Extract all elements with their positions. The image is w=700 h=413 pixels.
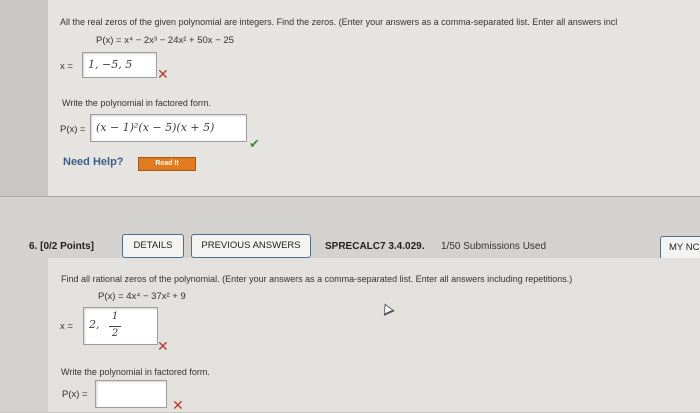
q6-zeros-answer-int: 2, <box>89 318 100 331</box>
q5-factored-prefix: P(x) = <box>60 124 86 135</box>
q5-zeros-answer: 1, −5, 5 <box>88 58 133 71</box>
x-mark-icon: ✕ <box>157 338 169 354</box>
q5-zeros-answer-box[interactable]: 1, −5, 5 <box>82 52 157 78</box>
check-mark-icon: ✔ <box>249 136 260 151</box>
details-button[interactable]: DETAILS <box>122 234 184 258</box>
q6-zeros-answer-box[interactable]: 2, 1 2 <box>83 307 158 345</box>
q5-zeros-prefix: x = <box>60 61 73 72</box>
fraction-bar <box>109 326 121 327</box>
q5-factored-prompt: Write the polynomial in factored form. <box>62 98 211 108</box>
q6-factored-prompt: Write the polynomial in factored form. <box>61 367 210 377</box>
q6-zeros-fraction-numerator: 1 <box>111 311 119 322</box>
previous-answers-button[interactable]: PREVIOUS ANSWERS <box>191 234 311 258</box>
submissions-used-label: 1/50 Submissions Used <box>441 241 547 252</box>
q6-factored-prefix: P(x) = <box>62 389 88 400</box>
q5-factored-answer-box[interactable]: (x − 1)²(x − 5)(x + 5) <box>90 114 247 142</box>
q6-factored-answer-box[interactable] <box>95 380 167 408</box>
q6-zeros-prefix: x = <box>60 321 73 332</box>
q6-instruction: Find all rational zeros of the polynomia… <box>61 274 573 284</box>
my-notes-button[interactable]: MY NC <box>660 236 700 260</box>
x-mark-icon: ✕ <box>172 397 184 413</box>
q5-polynomial: P(x) = x⁴ − 2x³ − 24x² + 50x − 25 <box>96 35 234 46</box>
course-code-label: SPRECALC7 3.4.029. <box>325 241 425 252</box>
q6-number-label: 6. [0/2 Points] <box>29 241 95 252</box>
q6-polynomial: P(x) = 4x⁴ − 37x² + 9 <box>98 291 186 302</box>
need-help-label: Need Help? <box>63 156 124 168</box>
q6-zeros-fraction-denominator: 2 <box>111 328 119 339</box>
q5-instruction: All the real zeros of the given polynomi… <box>60 17 618 27</box>
q5-factored-answer: (x − 1)²(x − 5)(x + 5) <box>96 121 215 134</box>
read-it-button[interactable]: Read It <box>138 157 196 171</box>
x-mark-icon: ✕ <box>157 66 169 82</box>
